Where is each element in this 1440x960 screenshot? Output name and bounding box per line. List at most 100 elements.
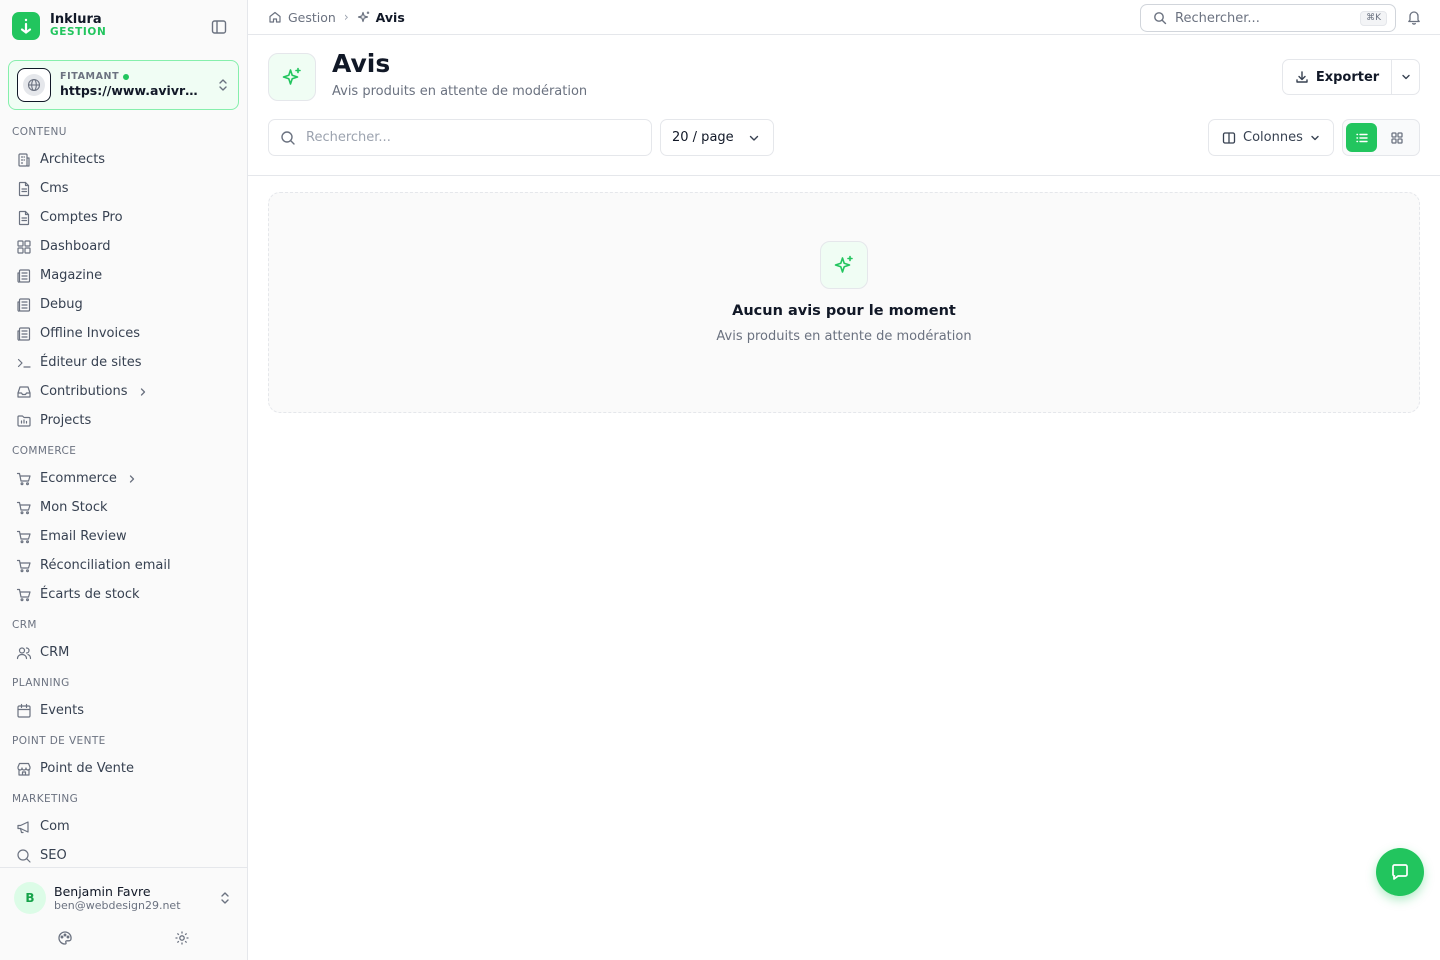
per-page-select[interactable]: 20 / page bbox=[660, 119, 774, 156]
nav-section-title: COMMERCE bbox=[12, 445, 77, 457]
global-search-input[interactable]: Rechercher... ⌘K bbox=[1140, 4, 1396, 32]
global-search-placeholder: Rechercher... bbox=[1175, 10, 1260, 26]
user-area: B Benjamin Favre ben@webdesign29.net bbox=[0, 867, 247, 960]
columns-icon bbox=[1222, 131, 1236, 144]
site-switcher[interactable]: FITAMANT https://www.avivre.fr bbox=[8, 60, 239, 110]
brand-logo-icon bbox=[12, 12, 40, 40]
nav-section-title: MARKETING bbox=[12, 793, 79, 805]
sidebar-item-label: Architects bbox=[40, 152, 106, 167]
gear-icon[interactable] bbox=[174, 930, 190, 946]
sidebar-item-point-de-vente[interactable]: Point de Vente bbox=[0, 754, 247, 783]
chevron-down-icon bbox=[1401, 74, 1410, 80]
sidebar-item-ecommerce[interactable]: Ecommerce bbox=[0, 464, 247, 493]
list-icon bbox=[1355, 133, 1368, 142]
sidebar-item-label: CRM bbox=[40, 645, 70, 660]
site-url: https://www.avivre.fr bbox=[60, 83, 206, 99]
sparkles-icon bbox=[820, 241, 868, 289]
user-menu[interactable]: B Benjamin Favre ben@webdesign29.net bbox=[14, 882, 236, 914]
terminal-icon bbox=[17, 358, 31, 368]
sidebar-item-architects[interactable]: Architects bbox=[0, 145, 247, 174]
sidebar-item-mon-stock[interactable]: Mon Stock bbox=[0, 493, 247, 522]
sidebar-item-label: Point de Vente bbox=[40, 761, 135, 776]
cart-icon bbox=[16, 559, 31, 572]
site-label: FITAMANT bbox=[60, 71, 206, 83]
calendar-icon bbox=[17, 703, 31, 718]
nav-section-title: PLANNING bbox=[12, 677, 70, 689]
sidebar-item-label: Mon Stock bbox=[40, 500, 108, 515]
sidebar-item-comptes-pro[interactable]: Comptes Pro bbox=[0, 203, 247, 232]
list-view-button[interactable] bbox=[1346, 123, 1377, 152]
export-button[interactable]: Exporter bbox=[1283, 60, 1392, 94]
nav-section-title: CRM bbox=[12, 619, 37, 631]
reviews-search-placeholder: Rechercher... bbox=[306, 130, 391, 145]
cart-icon bbox=[16, 472, 31, 485]
newspaper-icon bbox=[17, 326, 31, 341]
breadcrumb-root[interactable]: Gestion bbox=[288, 10, 336, 25]
columns-label: Colonnes bbox=[1243, 130, 1303, 145]
page-subtitle: Avis produits en attente de modération bbox=[332, 84, 588, 99]
sidebar-item-label: Réconciliation email bbox=[40, 558, 171, 573]
export-options-button[interactable] bbox=[1392, 60, 1419, 94]
chevrons-up-down-icon bbox=[218, 890, 232, 906]
sidebar-item-ecarts-de-stock[interactable]: Écarts de stock bbox=[0, 580, 247, 609]
sidebar-item-debug[interactable]: Debug bbox=[0, 290, 247, 319]
sidebar-item-editeur-de-sites[interactable]: Éditeur de sites bbox=[0, 348, 247, 377]
brand-subtitle: GESTION bbox=[50, 26, 107, 39]
sidebar-item-email-review[interactable]: Email Review bbox=[0, 522, 247, 551]
sidebar-item-label: Écarts de stock bbox=[40, 587, 140, 602]
columns-button[interactable]: Colonnes bbox=[1208, 119, 1334, 156]
sidebar-item-label: Éditeur de sites bbox=[40, 355, 142, 370]
cart-icon bbox=[16, 530, 31, 543]
bell-icon[interactable] bbox=[1406, 9, 1422, 25]
file-text-icon bbox=[18, 210, 30, 225]
sidebar-item-crm[interactable]: CRM bbox=[0, 638, 247, 667]
search-icon bbox=[1153, 11, 1167, 25]
export-button-group: Exporter bbox=[1282, 59, 1420, 95]
megaphone-icon bbox=[17, 820, 29, 833]
sidebar-item-magazine[interactable]: Magazine bbox=[0, 261, 247, 290]
palette-icon[interactable] bbox=[57, 930, 73, 946]
globe-icon bbox=[27, 78, 41, 92]
nav-section-title: POINT DE VENTE bbox=[12, 735, 106, 747]
search-icon bbox=[280, 130, 296, 146]
chat-button[interactable] bbox=[1376, 848, 1424, 896]
cart-icon bbox=[16, 588, 31, 601]
sidebar-item-com[interactable]: Com bbox=[0, 812, 247, 841]
empty-state: Aucun avis pour le moment Avis produits … bbox=[268, 192, 1420, 413]
home-icon[interactable] bbox=[268, 10, 282, 24]
store-icon bbox=[17, 762, 31, 776]
grid-view-button[interactable] bbox=[1381, 123, 1412, 152]
sidebar-item-events[interactable]: Events bbox=[0, 696, 247, 725]
brand[interactable]: Inklura GESTION bbox=[12, 10, 236, 42]
sidebar-item-label: Ecommerce bbox=[40, 471, 117, 486]
sidebar-item-cms[interactable]: Cms bbox=[0, 174, 247, 203]
sidebar-item-seo[interactable]: SEO bbox=[0, 841, 247, 866]
inbox-icon bbox=[17, 385, 31, 398]
site-favicon bbox=[17, 68, 51, 102]
reviews-search-input[interactable]: Rechercher... bbox=[268, 119, 652, 156]
sidebar-item-dashboard[interactable]: Dashboard bbox=[0, 232, 247, 261]
sidebar-toggle-icon[interactable] bbox=[210, 18, 228, 36]
sidebar-item-label: Cms bbox=[40, 181, 69, 196]
sidebar-item-projects[interactable]: Projects bbox=[0, 406, 247, 435]
folder-icon bbox=[17, 414, 31, 427]
sidebar-item-reconciliation-email[interactable]: Réconciliation email bbox=[0, 551, 247, 580]
chevron-down-icon bbox=[1311, 135, 1319, 140]
breadcrumb: Gestion › Avis bbox=[268, 8, 405, 26]
newspaper-icon bbox=[17, 268, 31, 283]
search-shortcut: ⌘K bbox=[1360, 11, 1387, 26]
chevron-right-icon[interactable] bbox=[138, 387, 148, 397]
sidebar-item-contributions[interactable]: Contributions bbox=[0, 377, 247, 406]
sparkles-icon bbox=[268, 53, 316, 101]
newspaper-icon bbox=[17, 297, 31, 312]
sidebar-item-label: Dashboard bbox=[40, 239, 111, 254]
message-icon bbox=[1392, 864, 1408, 880]
breadcrumb-separator: › bbox=[343, 10, 349, 24]
chevron-down-icon bbox=[747, 131, 761, 145]
sidebar-item-label: Debug bbox=[40, 297, 83, 312]
download-icon bbox=[1296, 71, 1308, 83]
chevron-right-icon[interactable] bbox=[127, 474, 137, 484]
search-icon bbox=[17, 848, 31, 863]
page-title: Avis bbox=[332, 49, 391, 78]
sidebar-item-offline-invoices[interactable]: Offline Invoices bbox=[0, 319, 247, 348]
